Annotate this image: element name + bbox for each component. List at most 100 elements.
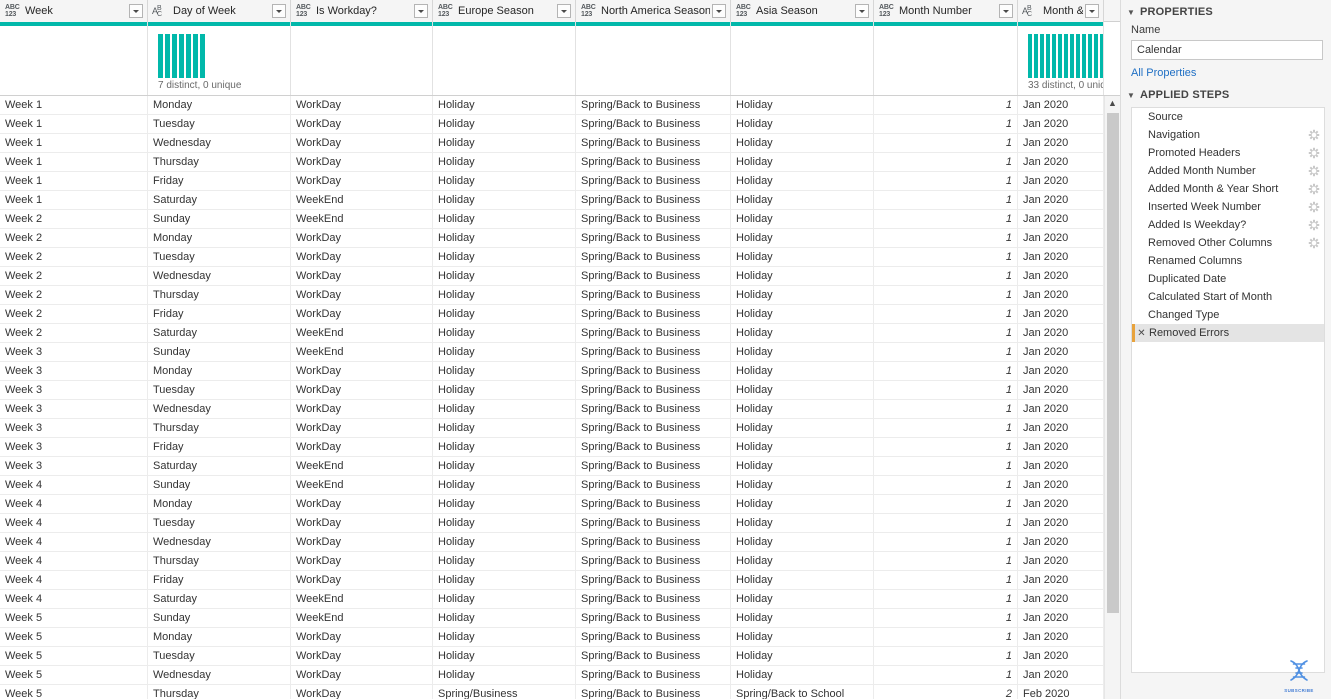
table-cell[interactable]: Holiday [433, 134, 576, 153]
table-row[interactable]: Week 3 Friday WorkDay Holiday Spring/Back to… [0, 438, 1120, 457]
table-cell[interactable]: Holiday [433, 571, 576, 590]
step-settings-gear-wrapper[interactable] [1308, 237, 1320, 249]
table-cell[interactable]: Holiday [731, 609, 874, 628]
table-cell[interactable]: Saturday [148, 324, 291, 343]
table-cell[interactable]: Monday [148, 229, 291, 248]
table-cell[interactable]: Holiday [731, 191, 874, 210]
step-settings-gear-icon[interactable] [1308, 219, 1320, 231]
table-cell[interactable]: 1 [874, 514, 1018, 533]
table-cell[interactable]: Monday [148, 96, 291, 115]
table-cell[interactable]: Week 1 [0, 153, 148, 172]
table-cell[interactable]: Jan 2020 [1018, 96, 1104, 115]
step-settings-gear-icon[interactable] [1308, 147, 1320, 159]
table-row[interactable]: Week 2 Monday WorkDay Holiday Spring/Back to… [0, 229, 1120, 248]
table-cell[interactable]: Monday [148, 628, 291, 647]
table-cell[interactable]: Spring/Back to Business [576, 457, 731, 476]
table-cell[interactable]: WorkDay [291, 153, 433, 172]
table-cell[interactable]: Jan 2020 [1018, 362, 1104, 381]
table-row[interactable]: Week 1 Wednesday WorkDay Holiday Spring/Back… [0, 134, 1120, 153]
table-row[interactable]: Week 4 Monday WorkDay Holiday Spring/Back to… [0, 495, 1120, 514]
table-cell[interactable]: Holiday [433, 286, 576, 305]
table-cell[interactable]: 1 [874, 248, 1018, 267]
table-cell[interactable]: 1 [874, 172, 1018, 191]
step-settings-gear-wrapper[interactable] [1308, 201, 1320, 213]
table-cell[interactable]: Week 2 [0, 286, 148, 305]
applied-step-source[interactable]: Source [1132, 108, 1324, 126]
table-cell[interactable]: Holiday [731, 533, 874, 552]
table-cell[interactable]: Monday [148, 362, 291, 381]
table-cell[interactable]: Holiday [731, 495, 874, 514]
table-cell[interactable]: WorkDay [291, 571, 433, 590]
table-cell[interactable]: 1 [874, 210, 1018, 229]
table-cell[interactable]: Wednesday [148, 533, 291, 552]
table-cell[interactable]: Jan 2020 [1018, 647, 1104, 666]
step-settings-gear-wrapper[interactable] [1308, 183, 1320, 195]
table-row[interactable]: Week 5 Wednesday WorkDay Holiday Spring/Back… [0, 666, 1120, 685]
table-cell[interactable]: 1 [874, 666, 1018, 685]
table-cell[interactable]: 2 [874, 685, 1018, 699]
table-cell[interactable]: Jan 2020 [1018, 438, 1104, 457]
table-cell[interactable]: Sunday [148, 210, 291, 229]
table-cell[interactable]: Feb 2020 [1018, 685, 1104, 699]
table-cell[interactable]: Week 4 [0, 552, 148, 571]
table-cell[interactable]: Holiday [433, 172, 576, 191]
step-settings-gear-icon[interactable] [1308, 201, 1320, 213]
table-cell[interactable]: Spring/Back to Business [576, 666, 731, 685]
table-cell[interactable]: Holiday [433, 647, 576, 666]
all-properties-link[interactable]: All Properties [1121, 60, 1331, 83]
table-cell[interactable]: WeekEnd [291, 590, 433, 609]
table-cell[interactable]: Holiday [433, 590, 576, 609]
table-cell[interactable]: Jan 2020 [1018, 210, 1104, 229]
table-cell[interactable]: Holiday [433, 476, 576, 495]
table-cell[interactable]: Jan 2020 [1018, 533, 1104, 552]
table-cell[interactable]: Spring/Back to Business [576, 590, 731, 609]
table-cell[interactable]: Holiday [731, 552, 874, 571]
table-cell[interactable]: 1 [874, 134, 1018, 153]
table-cell[interactable]: Spring/Back to Business [576, 96, 731, 115]
column-header-month-number[interactable]: ABC 123 Month Number [874, 0, 1018, 22]
table-cell[interactable]: Holiday [731, 476, 874, 495]
delete-step-x-icon[interactable]: ✕ [1136, 328, 1147, 339]
table-cell[interactable]: 1 [874, 305, 1018, 324]
table-cell[interactable]: Holiday [433, 457, 576, 476]
table-cell[interactable]: Holiday [731, 115, 874, 134]
table-cell[interactable]: 1 [874, 324, 1018, 343]
table-cell[interactable]: WeekEnd [291, 210, 433, 229]
table-cell[interactable]: Wednesday [148, 666, 291, 685]
table-cell[interactable]: Jan 2020 [1018, 324, 1104, 343]
table-cell[interactable]: Friday [148, 172, 291, 191]
table-row[interactable]: Week 2 Sunday WeekEnd Holiday Spring/Back to… [0, 210, 1120, 229]
table-cell[interactable]: Tuesday [148, 647, 291, 666]
step-settings-gear-wrapper[interactable] [1308, 165, 1320, 177]
table-cell[interactable]: Jan 2020 [1018, 381, 1104, 400]
table-cell[interactable]: Jan 2020 [1018, 419, 1104, 438]
table-cell[interactable]: Week 5 [0, 609, 148, 628]
table-cell[interactable]: Jan 2020 [1018, 134, 1104, 153]
table-cell[interactable]: Week 3 [0, 362, 148, 381]
table-cell[interactable]: Week 3 [0, 400, 148, 419]
table-cell[interactable]: 1 [874, 267, 1018, 286]
table-cell[interactable]: Thursday [148, 153, 291, 172]
step-settings-gear-icon[interactable] [1308, 237, 1320, 249]
table-cell[interactable]: Jan 2020 [1018, 476, 1104, 495]
table-cell[interactable]: 1 [874, 286, 1018, 305]
table-row[interactable]: Week 2 Wednesday WorkDay Holiday Spring/Back… [0, 267, 1120, 286]
table-cell[interactable]: WorkDay [291, 685, 433, 699]
table-cell[interactable]: Week 2 [0, 229, 148, 248]
table-cell[interactable]: Saturday [148, 457, 291, 476]
table-row[interactable]: Week 4 Saturday WeekEnd Holiday Spring/Back … [0, 590, 1120, 609]
grid-vertical-scrollbar[interactable]: ▲ [1104, 96, 1120, 699]
table-cell[interactable]: Week 1 [0, 172, 148, 191]
table-cell[interactable]: Spring/Back to Business [576, 267, 731, 286]
table-cell[interactable]: 1 [874, 438, 1018, 457]
applied-step-promoted-headers[interactable]: Promoted Headers [1132, 144, 1324, 162]
table-row[interactable]: Week 2 Saturday WeekEnd Holiday Spring/Back … [0, 324, 1120, 343]
table-cell[interactable]: Holiday [731, 286, 874, 305]
table-cell[interactable]: Jan 2020 [1018, 628, 1104, 647]
table-cell[interactable]: 1 [874, 191, 1018, 210]
table-cell[interactable]: Week 5 [0, 666, 148, 685]
table-cell[interactable]: Spring/Back to Business [576, 172, 731, 191]
table-cell[interactable]: Jan 2020 [1018, 191, 1104, 210]
table-cell[interactable]: Week 4 [0, 514, 148, 533]
table-row[interactable]: Week 3 Monday WorkDay Holiday Spring/Back to… [0, 362, 1120, 381]
